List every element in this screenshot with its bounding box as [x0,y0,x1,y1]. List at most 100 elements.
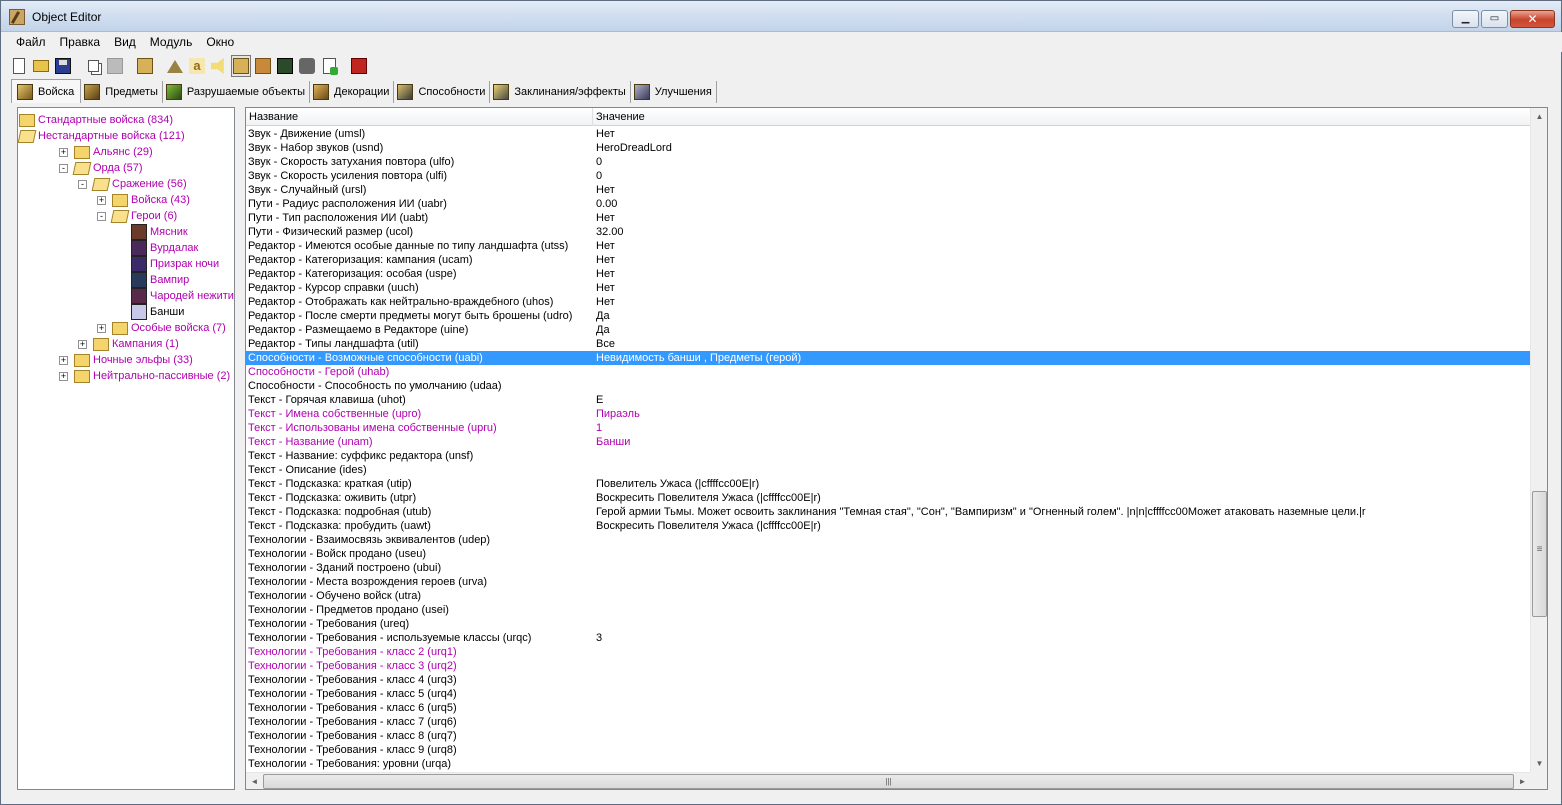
property-row[interactable]: Пути - Физический размер (ucol) 32.00 [246,225,1531,239]
property-row[interactable]: Редактор - Отображать как нейтрально-вра… [246,295,1531,309]
property-row[interactable]: Редактор - После смерти предметы могут б… [246,309,1531,323]
tree-item[interactable]: Вампир [116,272,189,288]
property-row[interactable]: Текст - Имена собственные (upro) Пираэль [246,407,1531,421]
column-header-value[interactable]: Значение [593,108,1531,126]
property-row[interactable]: Текст - Описание (ides) [246,463,1531,477]
units-button[interactable] [135,55,155,77]
save-button[interactable] [53,55,73,77]
property-row[interactable]: Текст - Подсказка: краткая (utip) Повелит… [246,477,1531,491]
menu-module[interactable]: Модуль [143,33,200,51]
property-row[interactable]: Технологии - Требования - класс 9 (urq8) [246,743,1531,757]
property-row[interactable]: Текст - Подсказка: оживить (utpr) Воскрес… [246,491,1531,505]
property-row[interactable]: Технологии - Войск продано (useu) [246,547,1531,561]
tree-item[interactable]: + Нейтрально-пассивные (2) [59,368,230,384]
vertical-scroll-thumb[interactable]: ≡ [1532,491,1547,617]
tree-item[interactable]: + Особые войска (7) [97,320,226,336]
tree-item[interactable]: Призрак ночи [116,256,219,272]
property-row[interactable]: Технологии - Требования - класс 5 (urq4) [246,687,1531,701]
paste-button[interactable] [105,55,125,77]
tree-item[interactable]: - Сражение (56) [78,176,187,192]
property-row[interactable]: Редактор - Имеются особые данные по типу… [246,239,1531,253]
object-tree[interactable]: Стандартные войска (834) Нестандартные во… [17,107,235,790]
property-row[interactable]: Редактор - Категоризация: особая (uspe) Н… [246,267,1531,281]
scroll-right-arrow[interactable]: ► [1514,773,1531,789]
terrain-button[interactable] [165,55,185,77]
property-row[interactable]: Текст - Горячая клавиша (uhot) E [246,393,1531,407]
menu-view[interactable]: Вид [107,33,143,51]
menu-file[interactable]: Файл [2,33,53,51]
property-row[interactable]: Технологии - Требования - класс 6 (urq5) [246,701,1531,715]
property-row[interactable]: Редактор - Категоризация: кампания (ucam… [246,253,1531,267]
property-row[interactable]: Технологии - Требования: уровни (urqa) [246,757,1531,771]
tree-item[interactable]: Банши [116,304,184,320]
tab-items[interactable]: Предметы [81,81,163,103]
property-row[interactable]: Технологии - Требования - класс 2 (urq1) [246,645,1531,659]
property-row[interactable]: Звук - Скорость усиления повтора (ulfi) 0 [246,169,1531,183]
property-row[interactable]: Звук - Случайный (ursl) Нет [246,183,1531,197]
property-row[interactable]: Технологии - Обучено войск (utra) [246,589,1531,603]
tab-units[interactable]: Войска [11,79,82,103]
property-row[interactable]: Текст - Использованы имена собственные (… [246,421,1531,435]
scroll-left-arrow[interactable]: ◄ [246,773,263,789]
property-row[interactable]: Технологии - Взаимосвязь эквивалентов (u… [246,533,1531,547]
property-row[interactable]: Технологии - Требования - класс 8 (urq7) [246,729,1531,743]
tree-item[interactable]: Нестандартные войска (121) [18,128,185,144]
horizontal-scrollbar[interactable]: ◄ ||| ► [246,772,1531,789]
copy-button[interactable] [83,55,103,77]
minimize-button[interactable]: ▁ [1452,10,1479,28]
expand-icon[interactable]: + [59,355,68,365]
column-header-name[interactable]: Название [246,108,593,126]
menu-edit[interactable]: Правка [53,33,108,51]
close-button[interactable]: ✕ [1510,10,1555,28]
tab-destructibles[interactable]: Разрушаемые объекты [162,81,310,103]
new-button[interactable] [9,55,29,77]
property-row[interactable]: Способности - Возможные способности (uab… [246,351,1531,365]
expand-icon[interactable]: + [97,323,106,333]
property-row[interactable]: Редактор - Типы ландшафта (util) Все [246,337,1531,351]
tab-upgrades[interactable]: Улучшения [630,81,717,103]
expand-icon[interactable]: + [59,371,68,381]
tree-item[interactable]: - Герои (6) [97,208,177,224]
text-button[interactable]: a [187,55,207,77]
collapse-icon[interactable]: - [59,163,68,173]
property-row[interactable]: Звук - Движение (umsl) Нет [246,127,1531,141]
expand-icon[interactable]: + [78,339,87,349]
tree-item[interactable]: - Орда (57) [59,160,143,176]
property-row[interactable]: Звук - Набор звуков (usnd) HeroDreadLord [246,141,1531,155]
property-row[interactable]: Текст - Подсказка: подробная (utub) Герой… [246,505,1531,519]
expand-icon[interactable]: + [97,195,106,205]
unit-portrait-button[interactable] [231,55,251,77]
property-row[interactable]: Технологии - Места возрождения героев (u… [246,575,1531,589]
tree-item[interactable]: Стандартные войска (834) [18,112,173,128]
tree-item[interactable]: + Кампания (1) [78,336,179,352]
property-row[interactable]: Способности - Герой (uhab) [246,365,1531,379]
property-row[interactable]: Текст - Название (unam) Банши [246,435,1531,449]
open-button[interactable] [31,55,51,77]
property-row[interactable]: Текст - Подсказка: пробудить (uawt) Воскр… [246,519,1531,533]
property-row[interactable]: Редактор - Размещаемо в Редакторе (uine)… [246,323,1531,337]
property-grid[interactable]: Название Значение Звук - Движение (umsl)… [245,107,1548,790]
tab-buffs[interactable]: Заклинания/эффекты [490,81,631,103]
tree-item[interactable]: + Ночные эльфы (33) [59,352,193,368]
expand-icon[interactable]: + [59,147,68,157]
property-row[interactable]: Технологии - Предметов продано (usei) [246,603,1531,617]
tab-doodads[interactable]: Декорации [310,81,395,103]
property-row[interactable]: Технологии - Требования - используемые к… [246,631,1531,645]
tree-item[interactable]: + Альянс (29) [59,144,153,160]
import-button[interactable] [319,55,339,77]
property-row[interactable]: Технологии - Требования - класс 4 (urq3) [246,673,1531,687]
scroll-up-arrow[interactable]: ▲ [1531,108,1547,125]
property-row[interactable]: Текст - Название: суффикс редактора (uns… [246,449,1531,463]
menu-window[interactable]: Окно [199,33,241,51]
tree-item[interactable]: Мясник [116,224,188,240]
property-row[interactable]: Звук - Скорость затухания повтора (ulfo)… [246,155,1531,169]
tab-abilities[interactable]: Способности [394,81,491,103]
rock-button[interactable] [297,55,317,77]
maximize-button[interactable]: ▭ [1481,10,1508,28]
property-row[interactable]: Технологии - Требования - класс 7 (urq6) [246,715,1531,729]
tileset-button[interactable] [275,55,295,77]
collapse-icon[interactable]: - [97,211,106,221]
vertical-scrollbar[interactable]: ▲ ≡ ▼ [1530,108,1547,772]
tree-item[interactable]: + Войска (43) [97,192,190,208]
property-row[interactable]: Технологии - Требования - класс 3 (urq2) [246,659,1531,673]
